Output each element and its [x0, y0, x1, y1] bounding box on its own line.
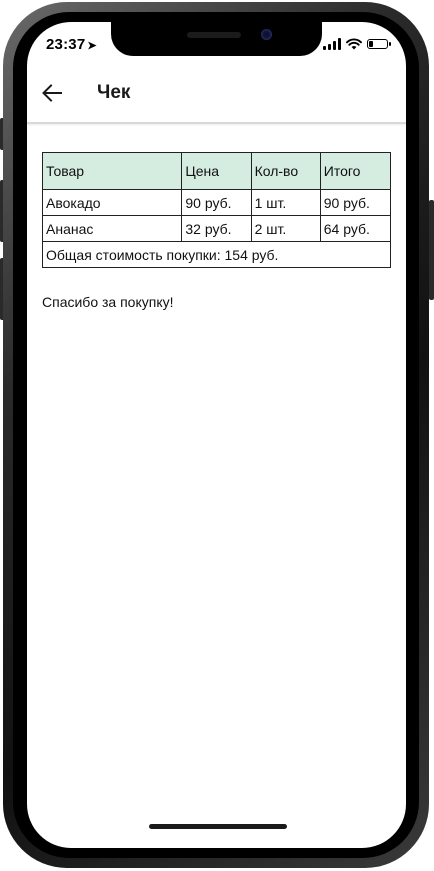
- receipt-table: Товар Цена Кол-во Итого Авокадо 90 руб. …: [41, 152, 392, 268]
- cellular-signal-icon: [323, 38, 341, 50]
- cell-quantity: 1 шт.: [250, 189, 321, 216]
- power-button: [429, 200, 434, 300]
- app-bar: Чек: [27, 66, 406, 124]
- cell-product: Авокадо: [41, 189, 183, 216]
- total-cost-cell: Общая стоимость покупки: 154 руб.: [42, 241, 391, 268]
- cell-product: Ананас: [41, 215, 183, 242]
- table-row: Ананас 32 руб. 2 шт. 64 руб.: [41, 215, 392, 242]
- header-total: Итого: [319, 152, 392, 190]
- back-button[interactable]: [37, 78, 67, 108]
- notch: [111, 22, 322, 56]
- status-time: 23:37 ➤: [46, 36, 97, 53]
- home-indicator[interactable]: [149, 824, 287, 829]
- header-quantity: Кол-во: [250, 152, 321, 190]
- cell-price: 90 руб.: [181, 189, 252, 216]
- cell-quantity: 2 шт.: [250, 215, 321, 242]
- battery-level: [369, 41, 373, 47]
- table-row: Авокадо 90 руб. 1 шт. 90 руб.: [41, 189, 392, 216]
- wifi-icon: [346, 38, 362, 50]
- cell-total: 64 руб.: [319, 215, 392, 242]
- battery-icon: [367, 39, 391, 49]
- header-product: Товар: [41, 152, 183, 190]
- header-price: Цена: [181, 152, 252, 190]
- status-time-text: 23:37: [46, 36, 86, 53]
- arrow-left-icon: [42, 84, 62, 102]
- cell-total: 90 руб.: [319, 189, 392, 216]
- status-icons: [323, 38, 391, 50]
- receipt-header-row: Товар Цена Кол-во Итого: [41, 152, 392, 190]
- thank-you-message: Спасибо за покупку!: [42, 294, 174, 310]
- total-row: Общая стоимость покупки: 154 руб.: [42, 241, 391, 268]
- cell-price: 32 руб.: [181, 215, 252, 242]
- front-camera: [261, 29, 272, 40]
- phone-mockup: 23:37 ➤ Чек Товар Цена Кол-во Итого Авок…: [0, 0, 434, 871]
- speaker-grille: [187, 32, 241, 38]
- screen: 23:37 ➤ Чек Товар Цена Кол-во Итого Авок…: [27, 22, 406, 848]
- page-title: Чек: [97, 82, 131, 103]
- location-icon: ➤: [87, 40, 97, 52]
